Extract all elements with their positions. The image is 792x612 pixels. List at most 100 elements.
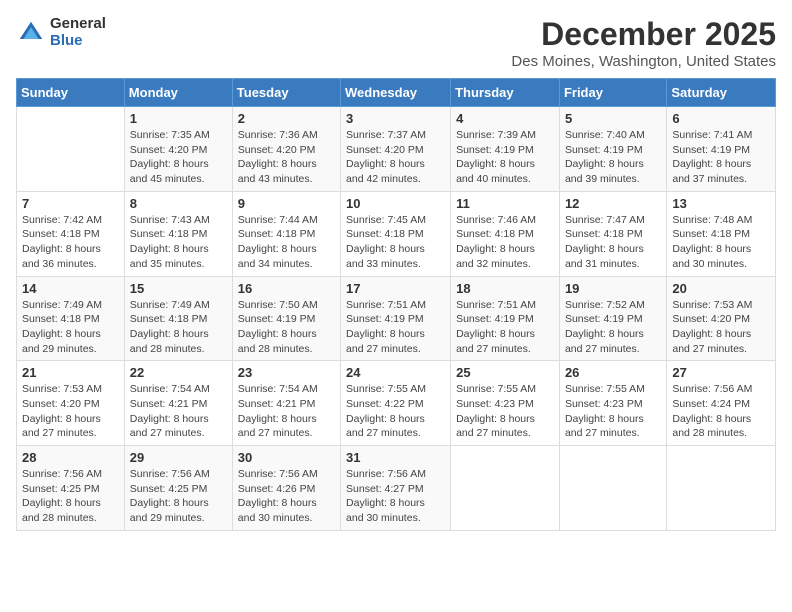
calendar-cell: 19 Sunrise: 7:52 AM Sunset: 4:19 PM Dayl… — [559, 276, 666, 361]
header-tuesday: Tuesday — [232, 79, 340, 107]
day-info: Sunrise: 7:54 AM Sunset: 4:21 PM Dayligh… — [238, 382, 335, 441]
day-number: 19 — [565, 281, 661, 296]
daylight-text: Daylight: 8 hours and 30 minutes. — [672, 243, 751, 270]
day-info: Sunrise: 7:41 AM Sunset: 4:19 PM Dayligh… — [672, 128, 770, 187]
sunset-text: Sunset: 4:20 PM — [346, 144, 424, 156]
calendar-cell: 18 Sunrise: 7:51 AM Sunset: 4:19 PM Dayl… — [451, 276, 560, 361]
sunrise-text: Sunrise: 7:53 AM — [22, 383, 102, 395]
day-number: 11 — [456, 196, 554, 211]
calendar-cell: 20 Sunrise: 7:53 AM Sunset: 4:20 PM Dayl… — [667, 276, 776, 361]
sunset-text: Sunset: 4:19 PM — [565, 313, 643, 325]
title-area: December 2025 Des Moines, Washington, Un… — [511, 16, 776, 70]
header-sunday: Sunday — [17, 79, 125, 107]
calendar-cell: 7 Sunrise: 7:42 AM Sunset: 4:18 PM Dayli… — [17, 191, 125, 276]
sunrise-text: Sunrise: 7:39 AM — [456, 129, 536, 141]
sunset-text: Sunset: 4:18 PM — [130, 228, 208, 240]
day-number: 1 — [130, 111, 227, 126]
sunrise-text: Sunrise: 7:56 AM — [22, 468, 102, 480]
day-info: Sunrise: 7:56 AM Sunset: 4:26 PM Dayligh… — [238, 467, 335, 526]
daylight-text: Daylight: 8 hours and 43 minutes. — [238, 158, 317, 185]
sunset-text: Sunset: 4:19 PM — [456, 144, 534, 156]
header-monday: Monday — [124, 79, 232, 107]
calendar-cell: 17 Sunrise: 7:51 AM Sunset: 4:19 PM Dayl… — [341, 276, 451, 361]
day-info: Sunrise: 7:43 AM Sunset: 4:18 PM Dayligh… — [130, 213, 227, 272]
calendar-cell: 14 Sunrise: 7:49 AM Sunset: 4:18 PM Dayl… — [17, 276, 125, 361]
day-info: Sunrise: 7:49 AM Sunset: 4:18 PM Dayligh… — [130, 298, 227, 357]
day-info: Sunrise: 7:35 AM Sunset: 4:20 PM Dayligh… — [130, 128, 227, 187]
calendar-cell: 30 Sunrise: 7:56 AM Sunset: 4:26 PM Dayl… — [232, 446, 340, 531]
sunrise-text: Sunrise: 7:44 AM — [238, 214, 318, 226]
day-info: Sunrise: 7:39 AM Sunset: 4:19 PM Dayligh… — [456, 128, 554, 187]
day-number: 4 — [456, 111, 554, 126]
sunset-text: Sunset: 4:23 PM — [565, 398, 643, 410]
sunrise-text: Sunrise: 7:50 AM — [238, 299, 318, 311]
day-info: Sunrise: 7:37 AM Sunset: 4:20 PM Dayligh… — [346, 128, 445, 187]
sunrise-text: Sunrise: 7:54 AM — [130, 383, 210, 395]
calendar-cell: 5 Sunrise: 7:40 AM Sunset: 4:19 PM Dayli… — [559, 107, 666, 192]
sunrise-text: Sunrise: 7:53 AM — [672, 299, 752, 311]
calendar-table: Sunday Monday Tuesday Wednesday Thursday… — [16, 78, 776, 531]
sunrise-text: Sunrise: 7:52 AM — [565, 299, 645, 311]
day-number: 16 — [238, 281, 335, 296]
calendar-title: December 2025 — [511, 16, 776, 53]
sunset-text: Sunset: 4:19 PM — [456, 313, 534, 325]
calendar-cell: 22 Sunrise: 7:54 AM Sunset: 4:21 PM Dayl… — [124, 361, 232, 446]
sunrise-text: Sunrise: 7:47 AM — [565, 214, 645, 226]
sunrise-text: Sunrise: 7:56 AM — [238, 468, 318, 480]
daylight-text: Daylight: 8 hours and 27 minutes. — [130, 413, 209, 440]
calendar-cell: 27 Sunrise: 7:56 AM Sunset: 4:24 PM Dayl… — [667, 361, 776, 446]
day-number: 14 — [22, 281, 119, 296]
daylight-text: Daylight: 8 hours and 27 minutes. — [456, 413, 535, 440]
daylight-text: Daylight: 8 hours and 30 minutes. — [238, 497, 317, 524]
sunrise-text: Sunrise: 7:54 AM — [238, 383, 318, 395]
calendar-week-row: 7 Sunrise: 7:42 AM Sunset: 4:18 PM Dayli… — [17, 191, 776, 276]
daylight-text: Daylight: 8 hours and 27 minutes. — [456, 328, 535, 355]
calendar-cell: 24 Sunrise: 7:55 AM Sunset: 4:22 PM Dayl… — [341, 361, 451, 446]
day-number: 27 — [672, 365, 770, 380]
day-info: Sunrise: 7:56 AM Sunset: 4:25 PM Dayligh… — [130, 467, 227, 526]
day-info: Sunrise: 7:51 AM Sunset: 4:19 PM Dayligh… — [456, 298, 554, 357]
sunset-text: Sunset: 4:20 PM — [238, 144, 316, 156]
daylight-text: Daylight: 8 hours and 45 minutes. — [130, 158, 209, 185]
sunset-text: Sunset: 4:19 PM — [238, 313, 316, 325]
header-wednesday: Wednesday — [341, 79, 451, 107]
sunrise-text: Sunrise: 7:51 AM — [346, 299, 426, 311]
day-number: 13 — [672, 196, 770, 211]
sunset-text: Sunset: 4:18 PM — [456, 228, 534, 240]
daylight-text: Daylight: 8 hours and 28 minutes. — [238, 328, 317, 355]
header-friday: Friday — [559, 79, 666, 107]
calendar-cell: 16 Sunrise: 7:50 AM Sunset: 4:19 PM Dayl… — [232, 276, 340, 361]
sunrise-text: Sunrise: 7:56 AM — [130, 468, 210, 480]
sunrise-text: Sunrise: 7:51 AM — [456, 299, 536, 311]
page-header: General Blue December 2025 Des Moines, W… — [16, 16, 776, 70]
calendar-cell: 25 Sunrise: 7:55 AM Sunset: 4:23 PM Dayl… — [451, 361, 560, 446]
sunrise-text: Sunrise: 7:49 AM — [22, 299, 102, 311]
sunset-text: Sunset: 4:21 PM — [238, 398, 316, 410]
day-info: Sunrise: 7:45 AM Sunset: 4:18 PM Dayligh… — [346, 213, 445, 272]
daylight-text: Daylight: 8 hours and 27 minutes. — [346, 413, 425, 440]
daylight-text: Daylight: 8 hours and 29 minutes. — [22, 328, 101, 355]
day-info: Sunrise: 7:56 AM Sunset: 4:25 PM Dayligh… — [22, 467, 119, 526]
sunset-text: Sunset: 4:20 PM — [22, 398, 100, 410]
day-number: 12 — [565, 196, 661, 211]
calendar-week-row: 28 Sunrise: 7:56 AM Sunset: 4:25 PM Dayl… — [17, 446, 776, 531]
daylight-text: Daylight: 8 hours and 27 minutes. — [22, 413, 101, 440]
day-number: 31 — [346, 450, 445, 465]
calendar-subtitle: Des Moines, Washington, United States — [511, 53, 776, 70]
daylight-text: Daylight: 8 hours and 27 minutes. — [238, 413, 317, 440]
daylight-text: Daylight: 8 hours and 37 minutes. — [672, 158, 751, 185]
sunset-text: Sunset: 4:25 PM — [130, 483, 208, 495]
calendar-cell: 15 Sunrise: 7:49 AM Sunset: 4:18 PM Dayl… — [124, 276, 232, 361]
day-number: 2 — [238, 111, 335, 126]
header-thursday: Thursday — [451, 79, 560, 107]
sunset-text: Sunset: 4:18 PM — [238, 228, 316, 240]
daylight-text: Daylight: 8 hours and 35 minutes. — [130, 243, 209, 270]
sunset-text: Sunset: 4:18 PM — [565, 228, 643, 240]
day-number: 24 — [346, 365, 445, 380]
day-number: 18 — [456, 281, 554, 296]
logo: General Blue — [16, 16, 106, 49]
weekday-header-row: Sunday Monday Tuesday Wednesday Thursday… — [17, 79, 776, 107]
sunrise-text: Sunrise: 7:40 AM — [565, 129, 645, 141]
calendar-cell — [17, 107, 125, 192]
sunset-text: Sunset: 4:23 PM — [456, 398, 534, 410]
